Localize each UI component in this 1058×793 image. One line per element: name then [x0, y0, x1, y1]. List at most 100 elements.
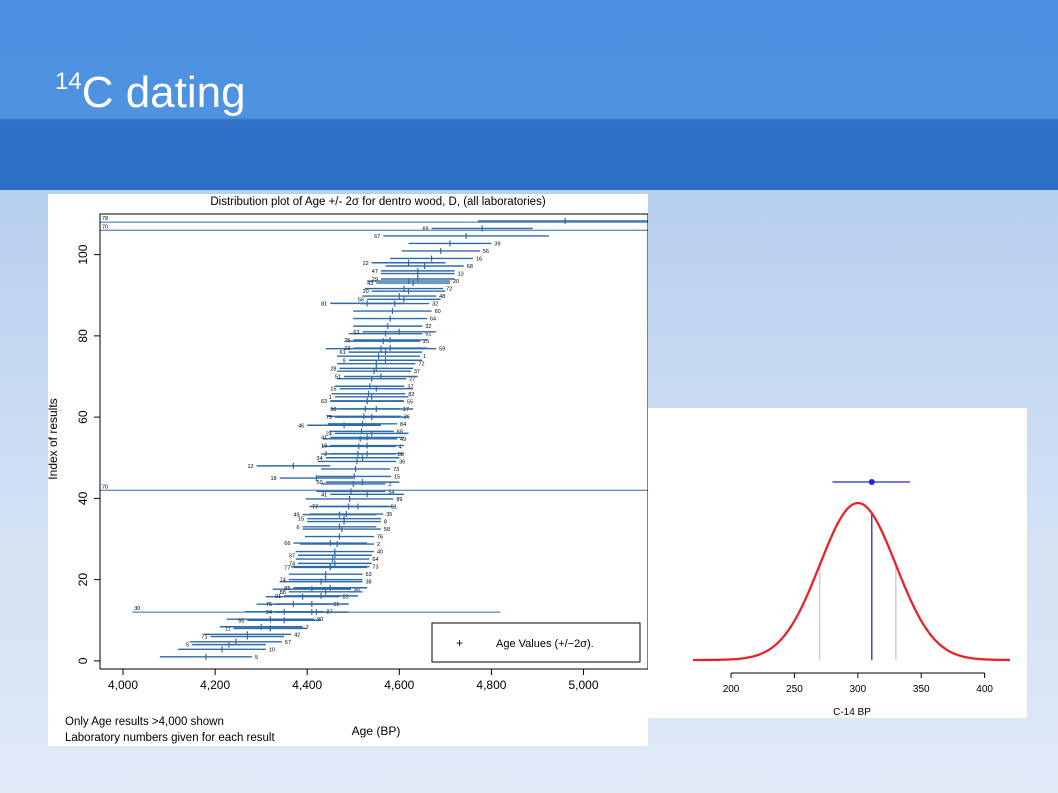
lab-number-label: 1: [329, 395, 332, 401]
lab-number-label: 75: [266, 602, 272, 608]
lab-number-label: 73: [372, 565, 378, 571]
x-tick-label: 4,600: [384, 678, 414, 692]
lab-number-label: 56: [483, 249, 489, 255]
lab-number-label: 10: [269, 647, 275, 653]
lab-number-label: 68: [467, 264, 473, 270]
distribution-plot: Distribution plot of Age +/- 2σ for dent…: [46, 196, 662, 744]
legend: + Age Values (+/−2σ).: [431, 622, 641, 663]
lab-number-label: 27: [409, 377, 415, 383]
lab-number-label: 32: [425, 324, 431, 330]
lab-number-label: 24: [326, 431, 332, 437]
lab-number-label: 31: [333, 602, 339, 608]
lab-number-label: 29: [372, 277, 378, 283]
lab-number-label: 63: [365, 572, 371, 578]
lab-number-label: 25: [344, 338, 350, 344]
lab-number-label: 2: [324, 452, 327, 458]
chart-title: Distribution plot of Age +/- 2σ for dent…: [210, 196, 546, 208]
lab-number-label: 2: [389, 482, 392, 488]
lab-number-label: 38: [365, 580, 371, 586]
lab-number-label: 63: [321, 399, 327, 405]
lab-number-label: 18: [270, 476, 276, 482]
probability-curve: [692, 501, 1011, 662]
calib-x-tick-label: 200: [723, 684, 740, 695]
note-line-2: Laboratory numbers given for each result: [65, 732, 275, 744]
lab-number-label: 22: [363, 261, 369, 267]
y-tick-label: 0: [76, 657, 90, 664]
calib-x-axis-label: C-14 BP: [833, 707, 871, 718]
lab-number-label: 15: [394, 474, 400, 480]
distribution-plot-panel: Distribution plot of Age +/- 2σ for dent…: [46, 194, 662, 746]
lab-number-label: 67: [374, 234, 380, 240]
y-tick-label: 60: [76, 410, 90, 424]
lab-number-label: 12: [247, 464, 253, 470]
lab-number-label: 70: [102, 224, 108, 230]
legend-marker: +: [456, 636, 463, 650]
lab-number-label: 51: [391, 505, 397, 511]
lab-number-label: 69: [422, 226, 428, 232]
lab-number-label: 20: [363, 289, 369, 295]
lab-number-label: 20: [453, 279, 459, 285]
plot-area: 5105742790873185903863736440276588355189…: [100, 216, 662, 661]
lab-number-label: 59: [439, 347, 445, 353]
legend-label: Age Values (+/−2σ).: [496, 638, 594, 650]
y-axis-label: Index of results: [48, 398, 60, 479]
lab-number-label: 85: [284, 586, 290, 592]
y-tick-label: 20: [76, 573, 90, 587]
lab-number-label: 77: [312, 505, 318, 511]
lab-number-label: 76: [377, 535, 383, 541]
x-tick-label: 5,000: [569, 678, 599, 692]
x-tick-label: 4,800: [476, 678, 506, 692]
lab-number-label: 30: [134, 606, 140, 612]
title-text: C dating: [81, 68, 246, 117]
lab-number-label: 74: [289, 561, 295, 567]
calibration-plot: 200 250 300 350 400 C-14 BP: [692, 479, 1011, 718]
lab-number-label: 88: [398, 452, 404, 458]
lab-number-label: 2: [377, 542, 380, 548]
y-tick-label: 100: [76, 244, 90, 264]
lab-number-label: 40: [377, 550, 383, 556]
lab-number-label: 72: [446, 287, 452, 293]
lab-number-label: 72: [418, 362, 424, 368]
lab-number-label: 57: [285, 640, 291, 646]
lab-number-label: 70: [102, 484, 108, 490]
lab-number-label: 82: [408, 392, 414, 398]
lab-number-label: 58: [384, 527, 390, 533]
calib-x-tick-label: 350: [913, 684, 930, 695]
lab-number-label: 73: [393, 467, 399, 473]
lab-number-label: 60: [435, 309, 441, 315]
lab-number-label: 42: [294, 632, 300, 638]
lab-number-label: 46: [298, 423, 304, 429]
lab-number-label: 63: [353, 330, 359, 336]
lab-number-label: 81: [321, 301, 327, 307]
lab-number-label: 84: [400, 422, 406, 428]
lab-number-label: 37: [289, 553, 295, 559]
calib-x-tick-label: 400: [976, 684, 993, 695]
x-tick-label: 4,000: [108, 678, 138, 692]
lab-number-label: 35: [386, 512, 392, 518]
lab-number-label: 56: [358, 297, 364, 303]
lab-number-label: 19: [321, 444, 327, 450]
calib-x-tick-label: 250: [786, 684, 803, 695]
lab-number-label: 41: [321, 492, 327, 498]
lab-number-label: 37: [414, 369, 420, 375]
y-tick-label: 40: [76, 491, 90, 505]
lab-number-label: 68: [397, 429, 403, 435]
lab-number-label: 6: [297, 525, 300, 531]
lab-number-label: 64: [372, 557, 378, 563]
lab-number-label: 17: [403, 407, 409, 413]
lab-number-label: 64: [430, 317, 436, 323]
note-line-1: Only Age results >4,000 shown: [65, 716, 224, 728]
lab-number-label: 15: [330, 387, 336, 393]
lab-number-label: 5: [186, 643, 189, 649]
lab-number-label: 8: [384, 520, 387, 526]
lab-number-label: 16: [476, 256, 482, 262]
lab-number-label: 89: [396, 497, 402, 503]
lab-number-label: 39: [494, 241, 500, 247]
lab-number-label: 79: [326, 415, 332, 421]
lab-number-label: 5: [255, 655, 258, 661]
lab-number-label: 36: [399, 459, 405, 465]
lab-number-label: 51: [425, 332, 431, 338]
lab-number-label: 55: [238, 618, 244, 624]
calibration-plot-panel: 200 250 300 350 400 C-14 BP: [648, 408, 1027, 718]
lab-number-label: 50: [330, 407, 336, 413]
